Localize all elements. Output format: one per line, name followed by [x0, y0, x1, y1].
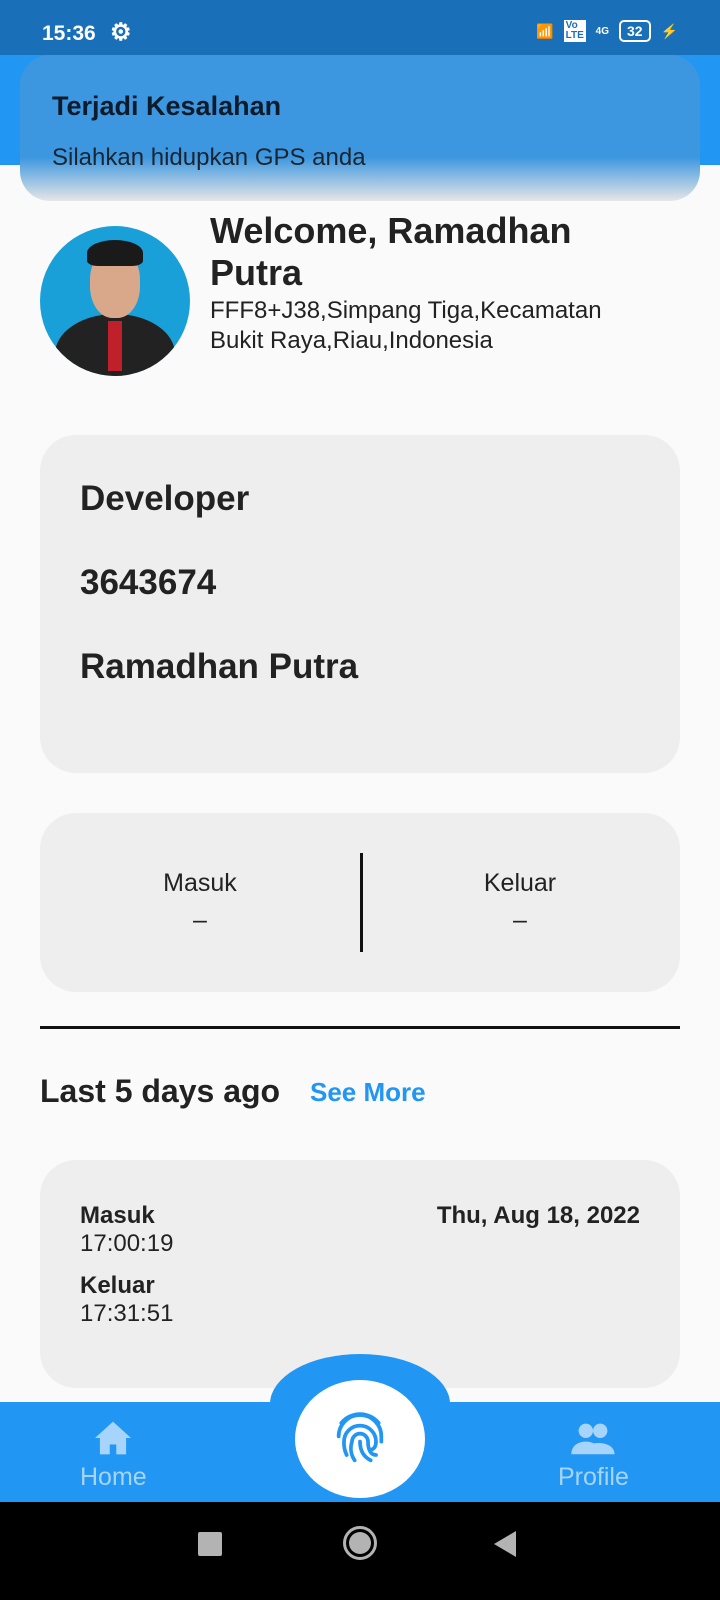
nav-profile[interactable]: Profile	[558, 1420, 629, 1492]
nav-home[interactable]: Home	[80, 1420, 147, 1492]
home-icon	[95, 1421, 132, 1455]
people-icon	[571, 1423, 616, 1455]
address-text: FFF8+J38,Simpang Tiga,Kecamatan Bukit Ra…	[210, 297, 602, 354]
employee-id: 3643674	[80, 563, 217, 602]
recents-button[interactable]	[198, 1532, 222, 1556]
in-time: 17:00:19	[80, 1230, 174, 1257]
attendance-card: Masuk – Keluar –	[40, 813, 680, 992]
employee-name: Ramadhan Putra	[80, 647, 359, 686]
wifi-icon: 📶	[536, 22, 554, 39]
position: Developer	[80, 479, 250, 518]
in-value: –	[193, 906, 207, 934]
in-label: Masuk	[163, 869, 237, 897]
clock: 15:36	[42, 22, 96, 45]
toast-message: Silahkan hidupkan GPS anda	[52, 144, 366, 171]
error-toast[interactable]: Terjadi Kesalahan Silahkan hidupkan GPS …	[20, 55, 700, 201]
out-label: Keluar	[80, 1272, 155, 1299]
gear-icon: ⚙	[110, 19, 132, 46]
signal-icon: 4G	[595, 25, 609, 37]
home-system-button[interactable]	[343, 1526, 377, 1560]
fingerprint-icon	[336, 1412, 384, 1463]
nav-home-label: Home	[80, 1463, 147, 1491]
divider	[40, 1026, 680, 1029]
history-date: Thu, Aug 18, 2022	[436, 1202, 640, 1229]
avatar	[40, 226, 190, 376]
system-nav-bar	[0, 1502, 720, 1600]
charging-icon: ⚡	[660, 22, 678, 39]
battery-icon: 32	[618, 20, 651, 42]
history-title: Last 5 days ago	[40, 1073, 281, 1109]
out-time: 17:31:51	[80, 1300, 174, 1327]
nav-profile-label: Profile	[558, 1463, 629, 1491]
toast-title: Terjadi Kesalahan	[52, 91, 282, 121]
welcome-text: Welcome, Ramadhan Putra	[210, 210, 572, 293]
volte-icon: Vo LTE	[563, 20, 586, 42]
employee-info-card: Developer 3643674 Ramadhan Putra	[40, 435, 680, 773]
see-more-link[interactable]: See More	[310, 1077, 426, 1108]
status-bar: 15:36 ⚙ 📶 Vo LTE 4G 32 ⚡	[0, 0, 720, 55]
out-value: –	[513, 906, 527, 934]
fingerprint-button[interactable]	[295, 1380, 425, 1498]
back-button[interactable]	[494, 1531, 516, 1557]
divider	[360, 853, 363, 952]
out-label: Keluar	[483, 869, 557, 897]
